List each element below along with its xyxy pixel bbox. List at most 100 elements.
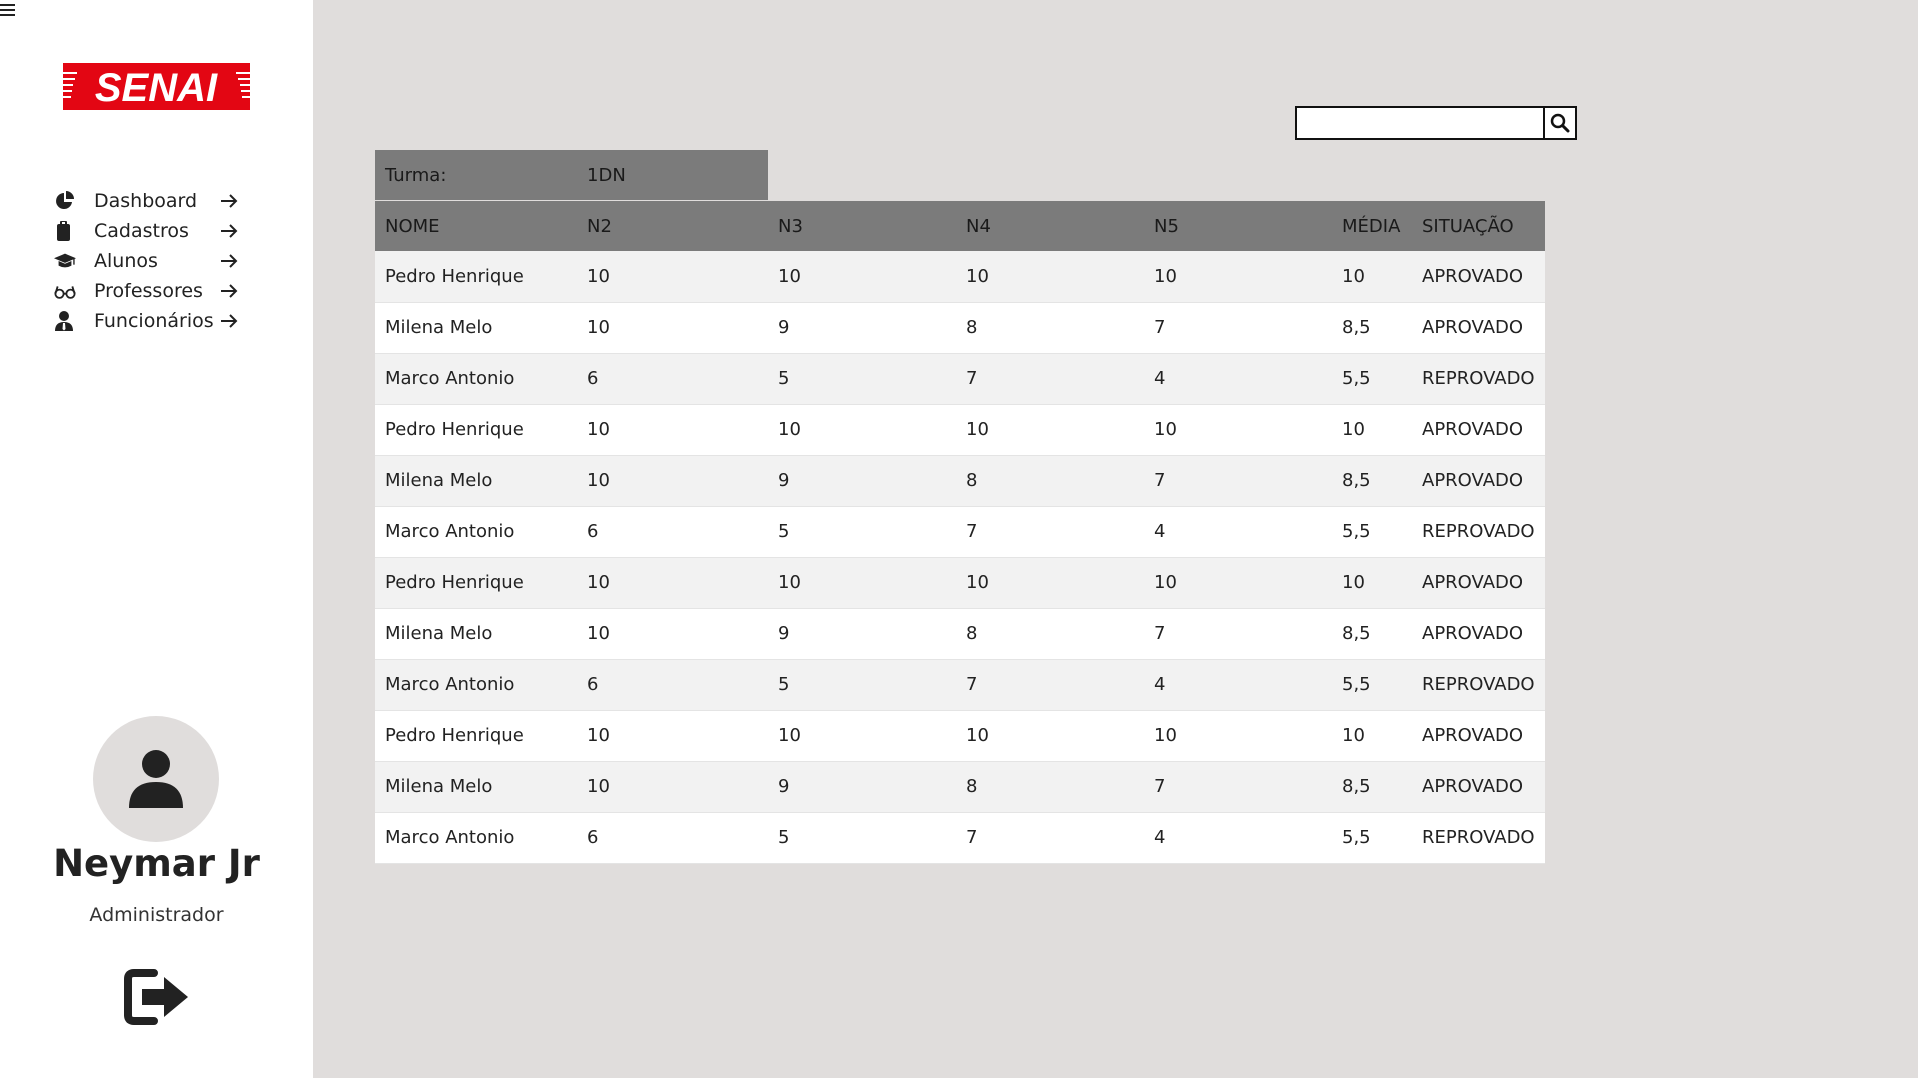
table-row: Marco Antonio 6 5 7 4 5,5 REPROVADO bbox=[375, 659, 1545, 710]
cell-media: 5,5 bbox=[1342, 674, 1371, 695]
table-row: Marco Antonio 6 5 7 4 5,5 REPROVADO bbox=[375, 353, 1545, 404]
cell-media: 10 bbox=[1342, 419, 1365, 440]
search-input[interactable] bbox=[1295, 106, 1543, 140]
cell-situacao: APROVADO bbox=[1422, 572, 1524, 593]
cell-n4: 8 bbox=[966, 317, 978, 338]
cell-n3: 5 bbox=[778, 674, 790, 695]
grades-table: NOME N2 N3 N4 N5 MÉDIA SITUAÇÃO Pedro He… bbox=[375, 201, 1545, 864]
sidebar-item-alunos[interactable]: Alunos bbox=[54, 246, 254, 276]
cell-n5: 10 bbox=[1154, 725, 1177, 746]
cell-situacao: APROVADO bbox=[1422, 725, 1524, 746]
table-row: Milena Melo 10 9 8 7 8,5 APROVADO bbox=[375, 455, 1545, 506]
cell-n5: 4 bbox=[1154, 521, 1166, 542]
cell-nome: Pedro Henrique bbox=[385, 572, 524, 593]
logout-icon bbox=[124, 969, 188, 1025]
sidebar-item-professores[interactable]: Professores bbox=[54, 276, 254, 306]
cell-nome: Milena Melo bbox=[385, 776, 493, 797]
cell-nome: Pedro Henrique bbox=[385, 725, 524, 746]
cell-situacao: APROVADO bbox=[1422, 317, 1524, 338]
turma-label: Turma: bbox=[385, 164, 447, 186]
cell-n4: 8 bbox=[966, 470, 978, 491]
column-header: SITUAÇÃO bbox=[1422, 215, 1514, 237]
user-tie-icon bbox=[54, 310, 80, 332]
logo-text: SENAI bbox=[95, 66, 218, 110]
cell-n4: 7 bbox=[966, 368, 978, 389]
column-header: MÉDIA bbox=[1342, 215, 1401, 237]
menu-icon[interactable] bbox=[0, 2, 18, 18]
cell-n2: 10 bbox=[587, 265, 610, 287]
cell-media: 10 bbox=[1342, 265, 1365, 287]
cell-media: 8,5 bbox=[1342, 317, 1371, 338]
cell-n3: 10 bbox=[778, 419, 801, 440]
sidebar-item-dashboard[interactable]: Dashboard bbox=[54, 186, 254, 216]
cell-n3: 9 bbox=[778, 776, 790, 797]
sidebar-item-label: Alunos bbox=[94, 250, 158, 272]
cell-n4: 10 bbox=[966, 572, 989, 593]
arrow-right-icon bbox=[219, 221, 241, 241]
cell-nome: Milena Melo bbox=[385, 623, 493, 644]
turma-header: Turma: 1DN bbox=[375, 150, 768, 200]
cell-situacao: APROVADO bbox=[1422, 623, 1524, 644]
avatar bbox=[93, 716, 219, 842]
sidebar-item-funcionarios[interactable]: Funcionários bbox=[54, 306, 254, 336]
cell-n3: 10 bbox=[778, 725, 801, 746]
cell-n3: 5 bbox=[778, 521, 790, 542]
cell-media: 10 bbox=[1342, 725, 1365, 746]
cell-nome: Pedro Henrique bbox=[385, 419, 524, 440]
column-header: N5 bbox=[1154, 215, 1179, 237]
senai-logo: SENAI bbox=[63, 63, 250, 110]
sidebar-item-label: Funcionários bbox=[94, 310, 214, 332]
cell-n5: 4 bbox=[1154, 674, 1166, 695]
logout-button[interactable] bbox=[124, 968, 190, 1026]
column-header: N3 bbox=[778, 215, 803, 237]
cell-situacao: APROVADO bbox=[1422, 470, 1524, 491]
clipboard-icon bbox=[54, 220, 80, 242]
cell-n2: 10 bbox=[587, 419, 610, 440]
column-header: N2 bbox=[587, 215, 612, 237]
table-row: Marco Antonio 6 5 7 4 5,5 REPROVADO bbox=[375, 812, 1545, 863]
pie-chart-icon bbox=[54, 190, 80, 212]
cell-situacao: APROVADO bbox=[1422, 776, 1524, 797]
cell-situacao: APROVADO bbox=[1422, 265, 1524, 287]
cell-n3: 5 bbox=[778, 368, 790, 389]
search-button[interactable] bbox=[1543, 106, 1577, 140]
cell-n5: 10 bbox=[1154, 419, 1177, 440]
sidebar-item-label: Professores bbox=[94, 280, 203, 302]
sidebar-item-label: Cadastros bbox=[94, 220, 189, 242]
cell-n5: 7 bbox=[1154, 776, 1166, 797]
sidebar-nav: Dashboard Cadastros Alunos Professores F… bbox=[54, 186, 254, 336]
cell-n4: 7 bbox=[966, 827, 978, 848]
cell-situacao: REPROVADO bbox=[1422, 521, 1535, 542]
sidebar-item-label: Dashboard bbox=[94, 190, 198, 212]
cell-media: 8,5 bbox=[1342, 776, 1371, 797]
cell-n4: 7 bbox=[966, 521, 978, 542]
turma-value: 1DN bbox=[587, 164, 626, 186]
graduation-cap-icon bbox=[54, 250, 80, 272]
cell-n2: 10 bbox=[587, 776, 610, 797]
cell-n3: 9 bbox=[778, 623, 790, 644]
cell-nome: Marco Antonio bbox=[385, 674, 515, 695]
cell-n5: 10 bbox=[1154, 265, 1177, 287]
sidebar-item-cadastros[interactable]: Cadastros bbox=[54, 216, 254, 246]
arrow-right-icon bbox=[219, 281, 241, 301]
cell-n3: 10 bbox=[778, 265, 801, 287]
table-header-row: NOME N2 N3 N4 N5 MÉDIA SITUAÇÃO bbox=[375, 201, 1545, 251]
cell-n5: 7 bbox=[1154, 470, 1166, 491]
cell-n2: 10 bbox=[587, 470, 610, 491]
cell-nome: Milena Melo bbox=[385, 317, 493, 338]
cell-n5: 4 bbox=[1154, 368, 1166, 389]
table-row: Milena Melo 10 9 8 7 8,5 APROVADO bbox=[375, 761, 1545, 812]
cell-nome: Milena Melo bbox=[385, 470, 493, 491]
cell-n5: 10 bbox=[1154, 572, 1177, 593]
cell-n2: 6 bbox=[587, 521, 599, 542]
table-row: Milena Melo 10 9 8 7 8,5 APROVADO bbox=[375, 302, 1545, 353]
cell-situacao: REPROVADO bbox=[1422, 368, 1535, 389]
user-role: Administrador bbox=[89, 904, 224, 926]
table-row: Milena Melo 10 9 8 7 8,5 APROVADO bbox=[375, 608, 1545, 659]
cell-n2: 10 bbox=[587, 317, 610, 338]
cell-n4: 7 bbox=[966, 674, 978, 695]
glasses-icon bbox=[54, 280, 80, 302]
column-header: N4 bbox=[966, 215, 991, 237]
cell-n2: 10 bbox=[587, 572, 610, 593]
cell-n4: 10 bbox=[966, 265, 989, 287]
